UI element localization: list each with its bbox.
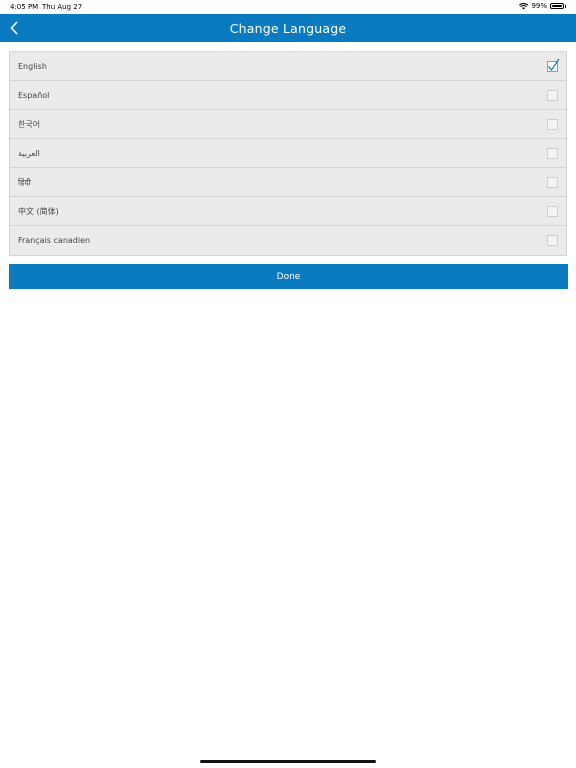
language-checkbox[interactable] bbox=[547, 58, 560, 72]
language-checkbox[interactable] bbox=[547, 205, 558, 217]
language-option-spanish[interactable]: Español bbox=[10, 81, 566, 110]
status-time: 4:05 PM bbox=[10, 3, 39, 11]
battery-tip bbox=[565, 4, 566, 8]
back-button[interactable] bbox=[6, 20, 22, 36]
chevron-left-icon bbox=[10, 21, 18, 35]
wifi-icon bbox=[519, 2, 529, 10]
language-label: English bbox=[18, 61, 47, 71]
header-bar: Change Language bbox=[0, 14, 576, 42]
language-list: English Español 한국어 العربية हिंदी 中文 (简体… bbox=[9, 51, 567, 256]
status-indicators: 99% bbox=[519, 2, 566, 10]
language-checkbox[interactable] bbox=[547, 147, 558, 159]
language-label: 中文 (简体) bbox=[18, 206, 59, 216]
status-date: Thu Aug 27 bbox=[42, 3, 83, 11]
page-title: Change Language bbox=[229, 20, 347, 36]
language-option-chinese-simplified[interactable]: 中文 (简体) bbox=[10, 197, 566, 226]
done-button[interactable]: Done bbox=[9, 264, 568, 289]
language-label: Français canadien bbox=[18, 236, 91, 245]
language-checkbox[interactable] bbox=[547, 176, 558, 188]
language-label: Español bbox=[18, 90, 50, 100]
battery-icon bbox=[550, 3, 564, 9]
language-option-korean[interactable]: 한국어 bbox=[10, 110, 566, 139]
language-option-canadian-french[interactable]: Français canadien bbox=[10, 226, 566, 255]
language-checkbox[interactable] bbox=[547, 235, 558, 246]
battery-percent: 99% bbox=[531, 2, 547, 10]
language-checkbox[interactable] bbox=[547, 89, 558, 101]
checkmark-icon bbox=[548, 58, 560, 71]
status-bar: 4:05 PM Thu Aug 27 99% bbox=[0, 0, 576, 14]
language-checkbox[interactable] bbox=[547, 118, 558, 130]
language-option-arabic[interactable]: العربية bbox=[10, 139, 566, 168]
language-label: 한국어 bbox=[18, 119, 41, 129]
language-label: العربية bbox=[18, 148, 40, 158]
language-label: हिंदी bbox=[18, 177, 31, 187]
home-indicator[interactable] bbox=[200, 760, 376, 763]
language-option-hindi[interactable]: हिंदी bbox=[10, 168, 566, 197]
language-option-english[interactable]: English bbox=[10, 52, 566, 81]
